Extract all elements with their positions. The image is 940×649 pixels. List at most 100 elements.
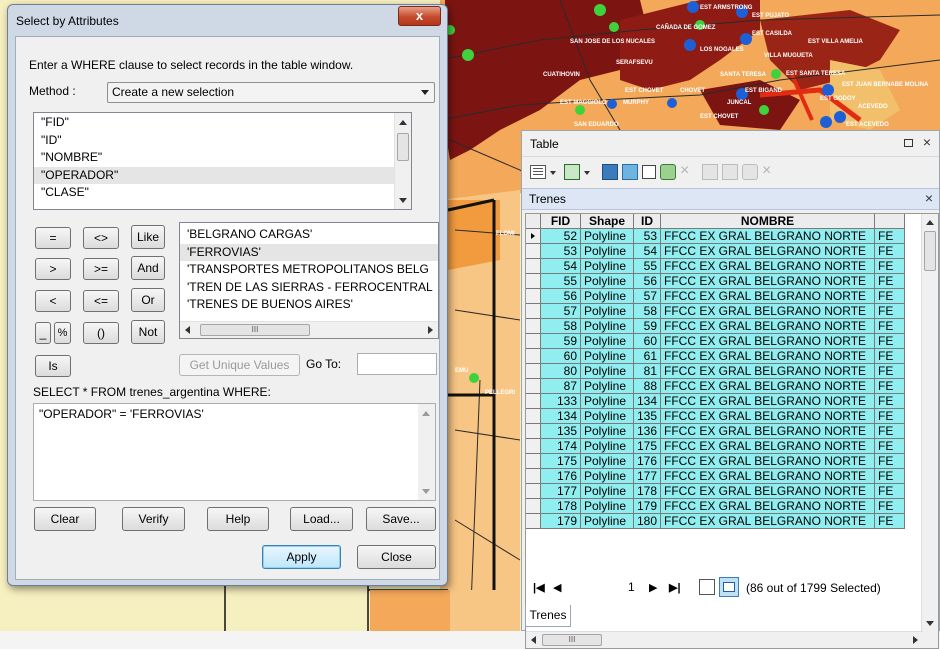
table-cell[interactable]: FE (875, 304, 905, 319)
table-cell[interactable]: Polyline (581, 514, 634, 529)
value-item[interactable]: 'TRENES DE BUENOS AIRES' (180, 296, 438, 314)
chevron-down-icon[interactable] (550, 171, 556, 175)
row-selector[interactable] (526, 484, 541, 499)
table-cell[interactable]: FFCC EX GRAL BELGRANO NORTE (661, 424, 875, 439)
table-cell[interactable]: Polyline (581, 484, 634, 499)
row-selector[interactable] (526, 304, 541, 319)
table-cell[interactable]: Polyline (581, 319, 634, 334)
table-cell[interactable]: FE (875, 469, 905, 484)
table-cell[interactable]: FFCC EX GRAL BELGRANO NORTE (661, 514, 875, 529)
operator-underscore-button[interactable]: _ (35, 322, 51, 344)
row-selector[interactable] (526, 349, 541, 364)
operator-greater-button[interactable]: > (35, 258, 71, 280)
table-cell[interactable]: Polyline (581, 364, 634, 379)
table-tab-trenes[interactable]: Trenes (525, 605, 571, 627)
table-cell[interactable]: FFCC EX GRAL BELGRANO NORTE (661, 304, 875, 319)
field-item[interactable]: "CLASE" (34, 184, 411, 202)
table-cell[interactable]: Polyline (581, 499, 634, 514)
table-cell[interactable]: FE (875, 244, 905, 259)
table-cell[interactable]: 179 (541, 514, 581, 529)
table-cell[interactable]: FFCC EX GRAL BELGRANO NORTE (661, 319, 875, 334)
field-item-selected[interactable]: "OPERADOR" (34, 166, 411, 184)
current-record-field[interactable]: 1 (628, 580, 635, 594)
value-item[interactable]: 'TRANSPORTES METROPOLITANOS BELG (180, 261, 438, 279)
value-item[interactable]: 'BELGRANO CARGAS' (180, 226, 438, 244)
table-cell[interactable]: Polyline (581, 229, 634, 244)
table-cell[interactable]: FFCC EX GRAL BELGRANO NORTE (661, 289, 875, 304)
copy-icon[interactable] (702, 164, 718, 180)
operator-less-button[interactable]: < (35, 290, 71, 312)
table-subtab-label[interactable]: Trenes (529, 192, 566, 206)
table-cell[interactable]: FFCC EX GRAL BELGRANO NORTE (661, 379, 875, 394)
close-button[interactable]: Close (357, 545, 436, 569)
table-cell[interactable]: Polyline (581, 439, 634, 454)
grid-h-scrollbar[interactable]: III (526, 631, 923, 648)
scroll-left-icon[interactable] (531, 636, 536, 644)
table-cell[interactable]: 60 (541, 349, 581, 364)
get-unique-values-button[interactable]: Get Unique Values (179, 354, 300, 376)
table-cell[interactable]: FFCC EX GRAL BELGRANO NORTE (661, 349, 875, 364)
table-cell[interactable]: FE (875, 409, 905, 424)
row-selector[interactable] (526, 409, 541, 424)
table-cell[interactable]: Polyline (581, 349, 634, 364)
table-cell[interactable]: FE (875, 319, 905, 334)
table-cell[interactable]: 59 (634, 319, 661, 334)
save-button[interactable]: Save... (366, 507, 436, 531)
column-header-nombre[interactable]: NOMBRE (661, 214, 875, 229)
table-cell[interactable]: FFCC EX GRAL BELGRANO NORTE (661, 259, 875, 274)
row-selector[interactable] (526, 364, 541, 379)
table-cell[interactable]: FE (875, 349, 905, 364)
table-cell[interactable]: 136 (634, 424, 661, 439)
table-cell[interactable]: FE (875, 229, 905, 244)
column-header-fid[interactable]: FID (541, 214, 581, 229)
table-cell[interactable]: 81 (634, 364, 661, 379)
table-cell[interactable]: FE (875, 259, 905, 274)
table-cell[interactable]: 87 (541, 379, 581, 394)
load-button[interactable]: Load... (290, 507, 353, 531)
table-cell[interactable]: FFCC EX GRAL BELGRANO NORTE (661, 439, 875, 454)
table-cell[interactable]: FE (875, 289, 905, 304)
row-selector[interactable] (526, 334, 541, 349)
table-cell[interactable]: Polyline (581, 259, 634, 274)
restore-icon[interactable] (904, 139, 913, 147)
table-cell[interactable]: FFCC EX GRAL BELGRANO NORTE (661, 499, 875, 514)
scroll-down-icon[interactable] (422, 489, 430, 494)
table-cell[interactable]: FFCC EX GRAL BELGRANO NORTE (661, 394, 875, 409)
show-selected-records-icon[interactable] (719, 577, 739, 597)
table-cell[interactable]: 135 (541, 424, 581, 439)
row-selector[interactable] (526, 379, 541, 394)
scroll-thumb[interactable] (924, 231, 936, 271)
column-header-shape[interactable]: Shape (581, 214, 634, 229)
operator-equals-button[interactable]: = (35, 227, 71, 249)
operator-not-button[interactable]: Not (131, 320, 165, 344)
table-cell[interactable]: FFCC EX GRAL BELGRANO NORTE (661, 469, 875, 484)
table-cell[interactable]: 54 (541, 259, 581, 274)
row-selector[interactable] (526, 454, 541, 469)
chevron-down-icon[interactable] (584, 171, 590, 175)
fields-list[interactable]: "FID" "ID" "NOMBRE" "OPERADOR" "CLASE" (33, 112, 412, 210)
table-cell[interactable]: 60 (634, 334, 661, 349)
table-cell[interactable]: 176 (541, 469, 581, 484)
table-cell[interactable]: FFCC EX GRAL BELGRANO NORTE (661, 229, 875, 244)
field-item[interactable]: "FID" (34, 114, 411, 132)
row-selector[interactable] (526, 229, 541, 244)
operator-like-button[interactable]: Like (131, 225, 165, 249)
table-cell[interactable]: 135 (634, 409, 661, 424)
next-record-icon[interactable]: ▶ (649, 581, 657, 594)
table-cell[interactable]: 58 (634, 304, 661, 319)
table-cell[interactable]: Polyline (581, 289, 634, 304)
row-selector[interactable] (526, 439, 541, 454)
table-cell[interactable]: 56 (541, 289, 581, 304)
table-cell[interactable]: 180 (634, 514, 661, 529)
table-cell[interactable]: FFCC EX GRAL BELGRANO NORTE (661, 244, 875, 259)
last-record-icon[interactable]: ▶| (669, 581, 681, 594)
goto-input[interactable] (357, 353, 437, 375)
add-field-icon[interactable] (742, 164, 758, 180)
table-cell[interactable]: 53 (634, 229, 661, 244)
table-cell[interactable]: FFCC EX GRAL BELGRANO NORTE (661, 274, 875, 289)
select-by-attributes-icon[interactable] (602, 164, 618, 180)
table-options-icon[interactable] (530, 165, 546, 179)
table-cell[interactable]: FFCC EX GRAL BELGRANO NORTE (661, 409, 875, 424)
table-cell[interactable]: 178 (541, 499, 581, 514)
table-cell[interactable]: 177 (634, 469, 661, 484)
